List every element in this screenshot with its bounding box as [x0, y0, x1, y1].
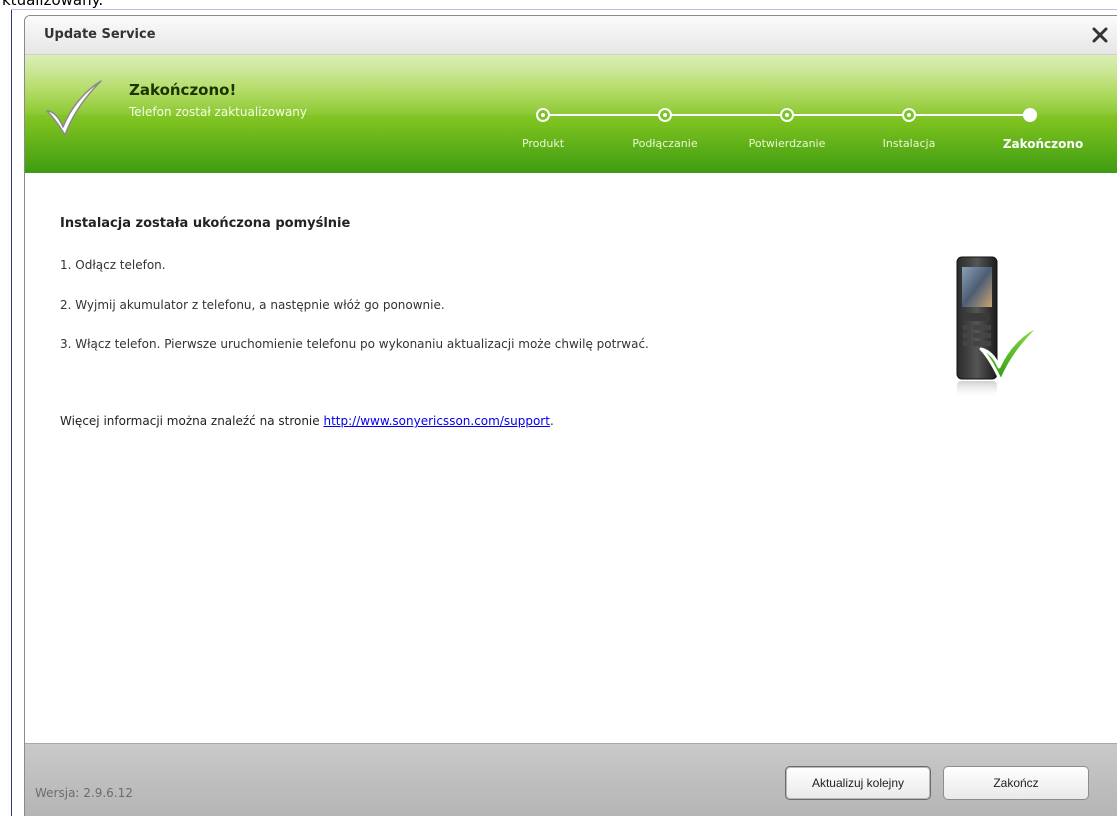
- step-label-zakonczono: Zakończono: [1002, 137, 1084, 151]
- finish-button[interactable]: Zakończ: [943, 766, 1089, 800]
- step-dot-potwierdzanie: [780, 108, 794, 122]
- step-dot-podlaczanie: [658, 108, 672, 122]
- more-info-suffix: .: [549, 414, 554, 428]
- title-bar[interactable]: Update Service: [25, 16, 1117, 55]
- step-label-potwierdzanie: Potwierdzanie: [748, 137, 826, 150]
- instruction-item: 1. Odłącz telefon.: [60, 258, 166, 272]
- instruction-item: 3. Włącz telefon. Pierwsze uruchomienie …: [60, 337, 649, 351]
- page-top-text: ktualizowany.: [2, 0, 104, 9]
- step-dot-zakonczono: [1023, 108, 1037, 122]
- version-label: Wersja: 2.9.6.12: [35, 786, 133, 800]
- outer-border-left: [11, 9, 12, 816]
- step-label-podlaczanie: Podłączanie: [632, 137, 698, 150]
- phone-with-checkmark-icon: [956, 256, 1043, 399]
- progress-header: Zakończono! Telefon został zaktualizowan…: [25, 55, 1117, 173]
- content-heading: Instalacja została ukończona pomyślnie: [60, 216, 351, 231]
- more-info-prefix: Więcej informacji można znaleźć na stron…: [60, 414, 324, 428]
- step-dot-instalacja: [902, 108, 916, 122]
- page-top-text-strip: ktualizowany.: [0, 0, 1117, 9]
- step-label-produkt: Produkt: [521, 137, 565, 150]
- more-info-text: Więcej informacji można znaleźć na stron…: [60, 414, 554, 428]
- content-area: Instalacja została ukończona pomyślnie 1…: [25, 173, 1117, 743]
- step-label-instalacja: Instalacja: [882, 137, 936, 150]
- outer-border-top: [11, 9, 1117, 10]
- step-dot-produkt: [536, 108, 550, 122]
- close-icon: [1092, 27, 1108, 43]
- progress-steps: Produkt Podłączanie Potwierdzanie Instal…: [25, 55, 1117, 173]
- window-title: Update Service: [44, 27, 156, 42]
- update-another-button[interactable]: Aktualizuj kolejny: [785, 766, 931, 800]
- instruction-item: 2. Wyjmij akumulator z telefonu, a nastę…: [60, 298, 445, 312]
- update-service-window: Update Service Zakończono! Telefon zosta…: [24, 15, 1117, 816]
- footer-bar: Wersja: 2.9.6.12 Aktualizuj kolejny Zako…: [25, 743, 1117, 816]
- support-link[interactable]: http://www.sonyericsson.com/support: [323, 414, 549, 428]
- close-button[interactable]: [1087, 22, 1113, 48]
